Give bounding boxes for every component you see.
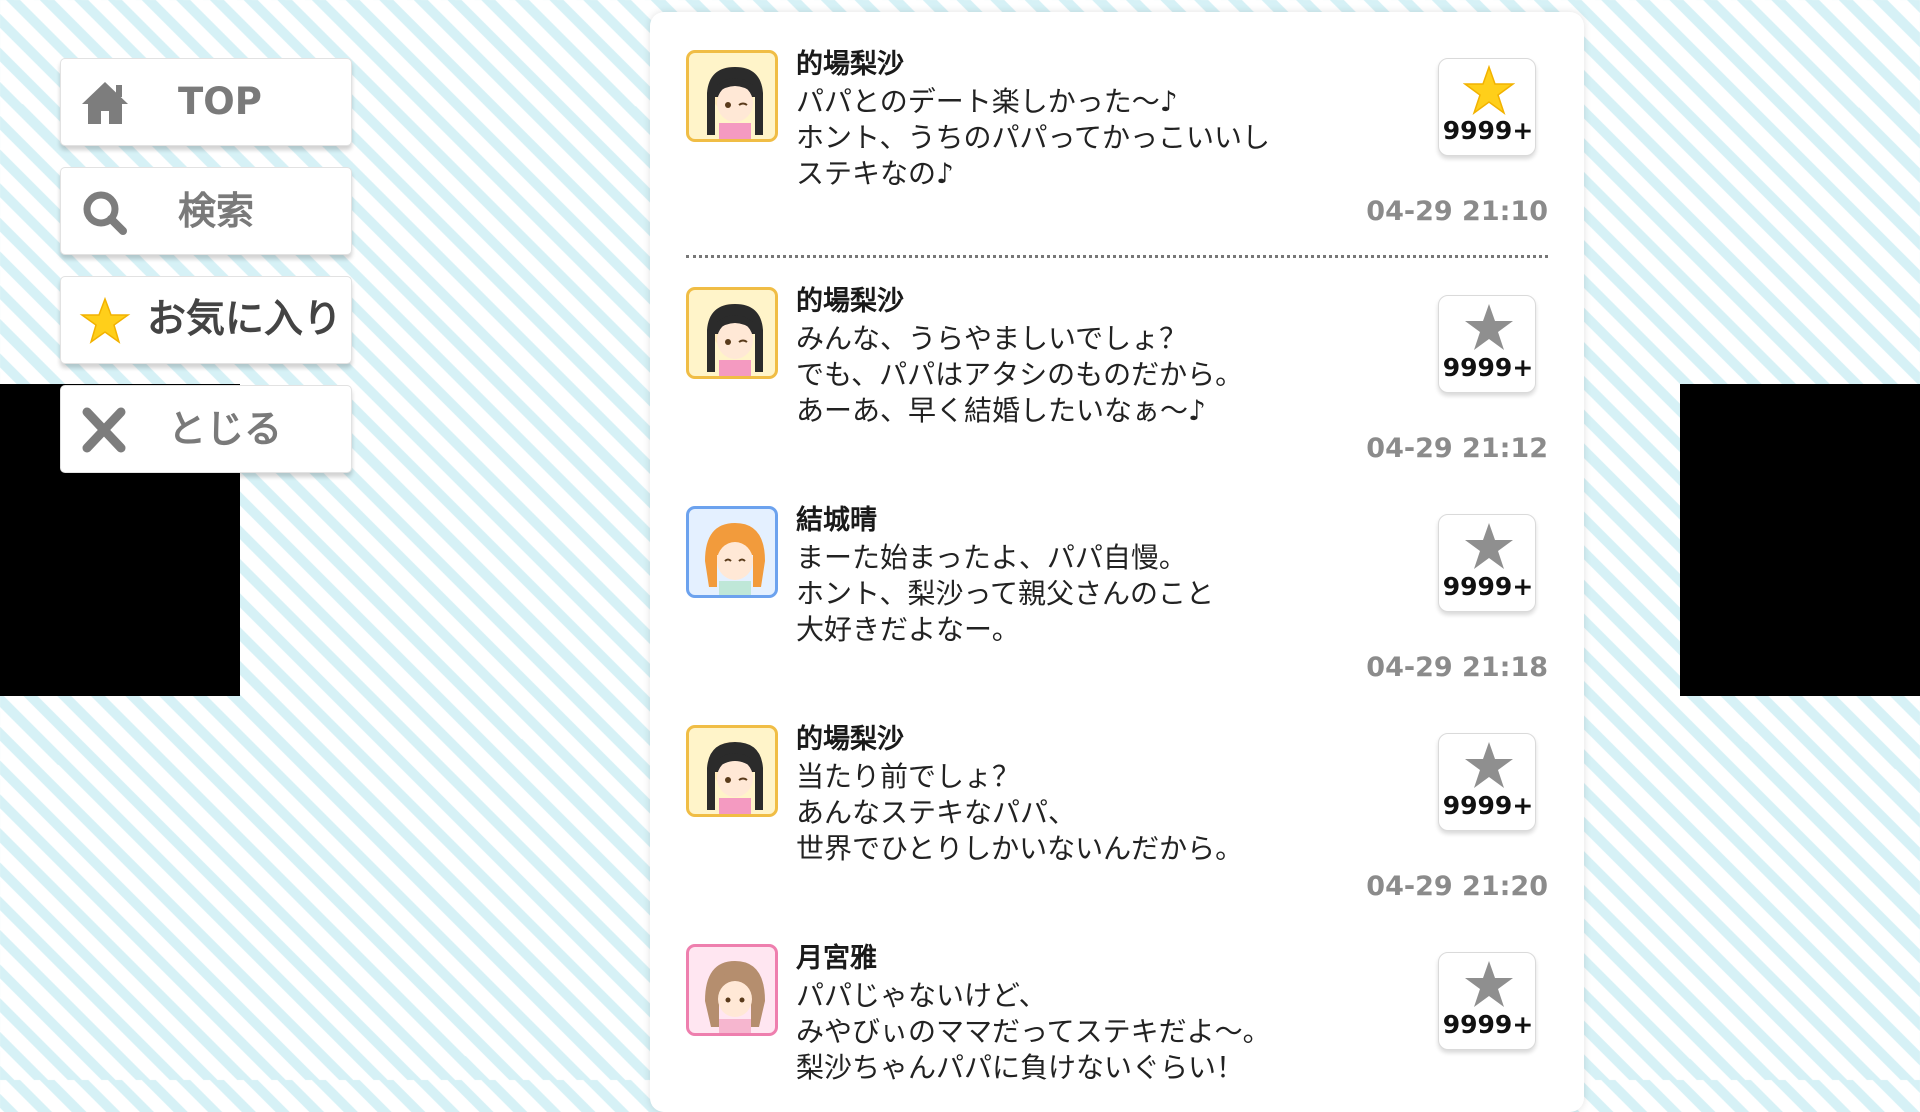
post-timestamp: 04-29 21:12 <box>1366 433 1548 464</box>
post-text-line: 大好きだよなー。 <box>796 613 1020 646</box>
favorites-button-label: お気に入り <box>147 297 343 342</box>
close-icon <box>82 407 126 453</box>
post-author: 的場梨沙 <box>796 49 904 80</box>
post-author: 結城晴 <box>796 505 877 536</box>
post-text-line: ステキなの♪ <box>796 157 954 190</box>
search-icon <box>83 191 127 235</box>
side-menu: TOP 検索 お気に入り とじる <box>60 58 352 494</box>
post-timestamp: 04-29 21:20 <box>1366 871 1548 902</box>
letterbox-right <box>1680 384 1920 696</box>
post-timestamp: 04-29 21:10 <box>1366 196 1548 227</box>
favorite-button[interactable]: 9999+ <box>1438 733 1536 831</box>
post-text-line: パパじゃないけど、 <box>796 979 1047 1012</box>
close-button-label: とじる <box>168 407 283 451</box>
post-author: 的場梨沙 <box>796 724 904 755</box>
favorite-button[interactable]: 9999+ <box>1438 58 1536 156</box>
avatar[interactable] <box>686 506 778 598</box>
black-twintail-girl-avatar-icon <box>707 304 763 376</box>
post-text-line: ホント、梨沙って親父さんのこと <box>796 577 1215 610</box>
post-author: 月宮雅 <box>796 943 877 974</box>
favorites-button[interactable]: お気に入り <box>60 276 352 364</box>
post-text-line: でも、パパはアタシのものだから。 <box>796 358 1244 391</box>
favorite-button[interactable]: 9999+ <box>1438 952 1536 1050</box>
star-icon <box>1465 961 1513 1007</box>
post-text-line: まーた始まったよ、パパ自慢。 <box>796 541 1187 574</box>
star-icon <box>1465 304 1513 350</box>
search-button[interactable]: 検索 <box>60 167 352 255</box>
black-twintail-girl-avatar-icon <box>707 67 763 139</box>
star-icon <box>1465 742 1513 788</box>
avatar[interactable] <box>686 725 778 817</box>
favorite-button[interactable]: 9999+ <box>1438 514 1536 612</box>
top-button-label: TOP <box>178 80 262 123</box>
star-icon <box>79 297 131 344</box>
favorite-count: 9999+ <box>1442 572 1534 601</box>
post-text-line: あーあ、早く結婚したいなぁ～♪ <box>796 394 1206 427</box>
divider <box>686 255 1548 258</box>
favorite-count: 9999+ <box>1442 791 1534 820</box>
post-text-line: ホント、うちのパパってかっこいいし <box>796 121 1271 154</box>
avatar[interactable] <box>686 50 778 142</box>
timeline-panel: 的場梨沙 パパとのデート楽しかった～♪ ホント、うちのパパってかっこいいし ステ… <box>650 12 1584 1112</box>
close-button[interactable]: とじる <box>60 385 352 473</box>
post-text-line: みやびぃのママだってステキだよ～。 <box>796 1015 1271 1048</box>
favorite-count: 9999+ <box>1442 353 1534 382</box>
home-icon <box>82 82 128 124</box>
star-icon <box>1463 65 1515 115</box>
post-text-line: あんなステキなパパ、 <box>796 796 1077 829</box>
orange-hair-girl-avatar-icon <box>705 523 765 595</box>
avatar[interactable] <box>686 944 778 1036</box>
post-text-line: 世界でひとりしかいないんだから。 <box>796 832 1244 865</box>
favorite-count: 9999+ <box>1442 116 1534 145</box>
post-text-line: パパとのデート楽しかった～♪ <box>796 85 1178 118</box>
brown-hair-girl-avatar-icon <box>705 961 765 1033</box>
post-timestamp: 04-29 21:18 <box>1366 652 1548 683</box>
post-text-line: 当たり前でしょ？ <box>796 760 1021 793</box>
post-author: 的場梨沙 <box>796 286 904 317</box>
top-button[interactable]: TOP <box>60 58 352 146</box>
avatar[interactable] <box>686 287 778 379</box>
search-button-label: 検索 <box>178 189 255 233</box>
star-icon <box>1465 523 1513 569</box>
favorite-button[interactable]: 9999+ <box>1438 295 1536 393</box>
black-twintail-girl-avatar-icon <box>707 742 763 814</box>
favorite-count: 9999+ <box>1442 1010 1534 1039</box>
post-text-line: みんな、うらやましいでしょ？ <box>796 322 1188 355</box>
post-text-line: 梨沙ちゃんパパに負けないぐらい！ <box>796 1051 1245 1084</box>
